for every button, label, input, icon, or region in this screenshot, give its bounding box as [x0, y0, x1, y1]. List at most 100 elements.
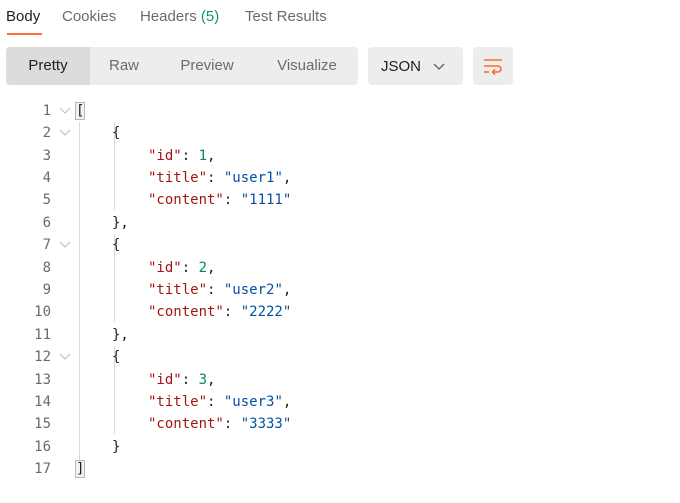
fold-chevron-icon[interactable]: [59, 106, 71, 116]
json-close-bracket: ]: [74, 460, 86, 478]
json-colon: :: [223, 304, 241, 320]
json-open-bracket: [: [74, 102, 86, 120]
fold-chevron-icon[interactable]: [59, 352, 71, 362]
wrap-lines-icon: [484, 59, 502, 76]
json-key: "id": [148, 148, 182, 164]
line-number: 8: [42, 260, 51, 276]
line-number: 16: [34, 439, 51, 455]
code-line: 6 },: [0, 212, 680, 234]
json-comma: ,: [282, 170, 292, 186]
json-string-value: "user2": [223, 282, 283, 298]
active-tab-indicator: [7, 33, 42, 35]
line-number: 5: [42, 192, 51, 208]
json-key: "id": [148, 372, 182, 388]
line-number: 9: [42, 282, 51, 298]
line-number: 2: [42, 125, 51, 141]
code-line: 10 "content": "2222": [0, 301, 680, 323]
format-selected-label: JSON: [381, 58, 422, 75]
json-property: "content": "1111": [148, 192, 291, 208]
line-number: 17: [34, 461, 51, 477]
code-line: 17 ]: [0, 458, 680, 480]
json-string-value: "user3": [223, 394, 283, 410]
json-key: "content": [148, 416, 224, 432]
json-property: "title": "user1",: [148, 170, 291, 186]
json-property: "title": "user2",: [148, 282, 291, 298]
line-number: 15: [34, 416, 51, 432]
json-number-value: 1: [198, 148, 208, 164]
chevron-down-icon: [433, 63, 445, 71]
json-comma: ,: [207, 260, 216, 276]
json-colon: :: [223, 416, 241, 432]
code-line: 1 [: [0, 100, 680, 122]
line-number: 14: [34, 394, 51, 410]
json-comma: ,: [207, 148, 216, 164]
json-number-value: 2: [198, 260, 208, 276]
json-string-value: "user1": [223, 170, 283, 186]
json-colon: :: [207, 170, 224, 186]
json-colon: :: [181, 260, 199, 276]
code-line: 13 "id": 3,: [0, 369, 680, 391]
code-line: 16 }: [0, 436, 680, 458]
line-number: 10: [34, 304, 51, 320]
fold-chevron-icon[interactable]: [59, 240, 71, 250]
json-colon: :: [223, 192, 241, 208]
json-property: "content": "3333": [148, 416, 291, 432]
view-preview-button[interactable]: Preview: [162, 47, 252, 85]
code-line: 4 "title": "user1",: [0, 167, 680, 189]
json-string-value: "3333": [240, 416, 292, 432]
line-number: 1: [42, 103, 51, 119]
json-key: "title": [148, 282, 208, 298]
json-colon: :: [181, 148, 199, 164]
json-colon: :: [207, 394, 224, 410]
json-open-brace: {: [112, 349, 121, 365]
code-line: 5 "content": "1111": [0, 189, 680, 211]
tab-headers-label: Headers: [140, 8, 197, 25]
json-colon: :: [181, 372, 199, 388]
json-close-brace: },: [112, 215, 129, 231]
code-line: 7 {: [0, 234, 680, 256]
code-line: 2 {: [0, 122, 680, 144]
code-line: 15 "content": "3333": [0, 413, 680, 435]
code-line: 9 "title": "user2",: [0, 279, 680, 301]
line-number: 7: [42, 237, 51, 253]
json-comma: ,: [282, 282, 292, 298]
json-number-value: 3: [198, 372, 208, 388]
json-open-brace: {: [112, 125, 121, 141]
fold-chevron-icon[interactable]: [59, 128, 71, 138]
json-key: "content": [148, 192, 224, 208]
code-line: 3 "id": 1,: [0, 145, 680, 167]
line-number: 6: [42, 215, 51, 231]
line-number: 13: [34, 372, 51, 388]
json-string-value: "1111": [240, 192, 292, 208]
json-string-value: "2222": [240, 304, 292, 320]
tab-headers[interactable]: Headers (5): [140, 8, 219, 25]
json-key: "id": [148, 260, 182, 276]
json-open-brace: {: [112, 237, 121, 253]
json-property: "id": 2,: [148, 260, 215, 276]
line-number: 12: [34, 349, 51, 365]
json-property: "id": 1,: [148, 148, 215, 164]
code-line: 11 },: [0, 324, 680, 346]
format-dropdown[interactable]: JSON: [368, 47, 463, 85]
response-tabs: Body Cookies Headers (5) Test Results: [0, 0, 680, 36]
view-mode-group: Pretty Raw Preview Visualize: [6, 47, 358, 85]
tab-body[interactable]: Body: [6, 8, 40, 25]
json-property: "content": "2222": [148, 304, 291, 320]
json-property: "id": 3,: [148, 372, 215, 388]
json-key: "title": [148, 394, 208, 410]
json-comma: ,: [207, 372, 216, 388]
view-visualize-button[interactable]: Visualize: [260, 47, 354, 85]
view-pretty-button[interactable]: Pretty: [6, 47, 90, 85]
json-colon: :: [207, 282, 224, 298]
code-line: 8 "id": 2,: [0, 257, 680, 279]
json-key: "content": [148, 304, 224, 320]
line-number: 11: [34, 327, 51, 343]
line-number: 4: [42, 170, 51, 186]
tab-cookies[interactable]: Cookies: [62, 8, 116, 25]
wrap-lines-button[interactable]: [473, 47, 513, 85]
view-raw-button[interactable]: Raw: [90, 47, 158, 85]
line-number: 3: [42, 148, 51, 164]
tab-test-results[interactable]: Test Results: [245, 8, 327, 25]
json-close-brace: },: [112, 327, 129, 343]
headers-count-badge: (5): [200, 8, 220, 25]
